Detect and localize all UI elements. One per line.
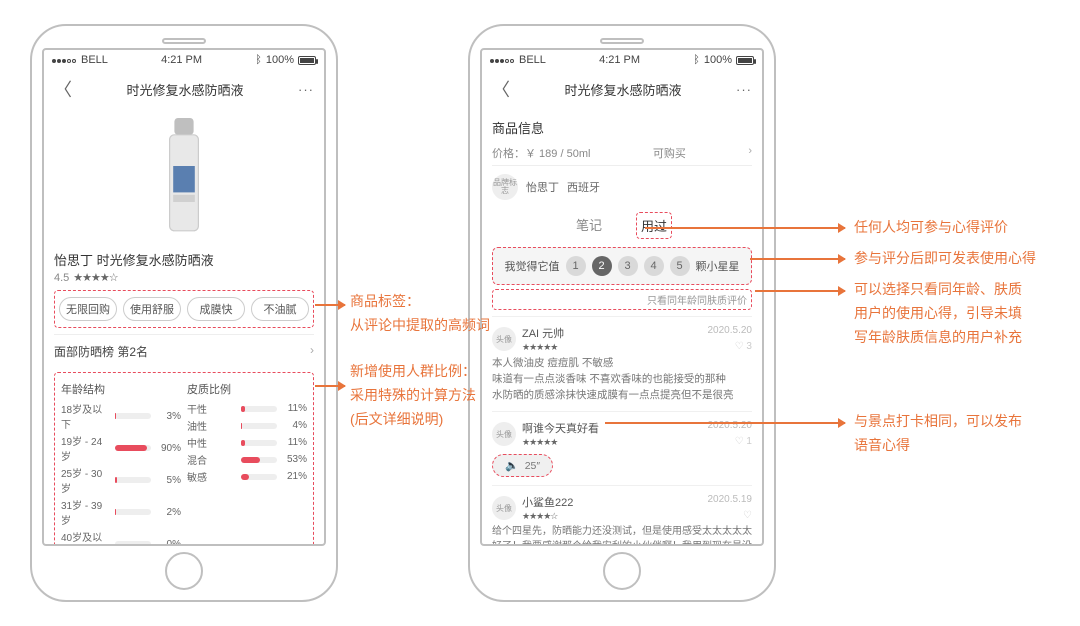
battery-pct: 100% [266,54,294,66]
arrow [750,258,845,260]
like-button[interactable]: ♡ 1 [735,436,752,447]
review-item: 头像 ZAI 元帅 ★★★★★ 2020.5.20 ♡ 3 本人微油皮 痘痘肌 … [492,316,752,411]
avatar: 头像 [492,422,516,446]
rate-right: 颗小星星 [696,258,740,274]
filter-same-demo[interactable]: 只看同年龄同肤质评价 [492,289,752,310]
screen-left: BELL 4:21 PM ᛒ 100% 〈 时光修复水感防晒液 ··· [42,48,326,546]
voice-message[interactable]: 25″ [492,454,553,477]
clock: 4:21 PM [161,54,202,66]
speaker-icon [505,459,519,472]
anno-tags: 商品标签：从评论中提取的高频词 [350,290,490,338]
status-bar: BELL 4:21 PM ᛒ 100% [482,50,762,70]
page-title: 时光修复水感防晒液 [126,80,243,99]
tag[interactable]: 成膜快 [187,297,245,321]
tag[interactable]: 不油腻 [251,297,309,321]
rank-row[interactable]: 面部防晒榜 第2名 › [54,334,314,368]
back-button[interactable]: 〈 [492,76,510,102]
back-button[interactable]: 〈 [54,76,72,102]
speaker [162,38,206,44]
voice-duration: 25″ [525,460,540,472]
speaker [600,38,644,44]
rating-stars: ★★★★☆ [73,271,117,284]
brand-country: 西班牙 [567,179,600,195]
can-buy[interactable]: 可购买 [653,145,686,161]
anno-b4: 与景点打卡相同，可以发布语音心得 [854,410,1022,458]
brand-name: 怡思丁 [526,179,559,195]
rank-text: 面部防晒榜 第2名 [54,343,148,360]
review-body: 给个四星先，防晒能力还没测试，但是使用感受太太太太太好了！我要感谢那个给我安利的… [492,525,752,544]
review-date: 2020.5.19 [708,494,753,505]
review-item: 头像 小鲨鱼222 ★★★★☆ 2020.5.19 ♡ 给个四星先，防晒能力还没… [492,485,752,544]
arrow [315,304,345,306]
tag[interactable]: 无限回购 [59,297,117,321]
carrier: BELL [81,54,108,66]
tab-used[interactable]: 用过 [636,212,672,239]
like-button[interactable]: ♡ [743,510,752,521]
anno-b3: 可以选择只看同年龄、肤质用户的使用心得，引导未填写年龄肤质信息的用户补充 [854,278,1022,349]
rate-5[interactable]: 5 [670,256,690,276]
rate-4[interactable]: 4 [644,256,664,276]
username: 小鲨鱼222 [522,497,573,509]
arrow [755,290,845,292]
arrow [605,422,845,424]
battery-pct: 100% [704,54,732,66]
home-button[interactable] [165,552,203,590]
rate-3[interactable]: 3 [618,256,638,276]
phone-left: BELL 4:21 PM ᛒ 100% 〈 时光修复水感防晒液 ··· [30,24,338,602]
rate-2[interactable]: 2 [592,256,612,276]
review-stars: ★★★★☆ [522,511,557,521]
rating-value: 4.5 [54,272,69,284]
carrier: BELL [519,54,546,66]
signal-icon [52,54,77,66]
review-stars: ★★★★★ [522,437,557,447]
demographics-box: 年龄结构 18岁及以下3% 19岁 - 24岁90% 25岁 - 30岁5% 3… [54,372,314,544]
bluetooth-icon: ᛒ [693,54,700,66]
tags-box: 无限回购 使用舒服 成膜快 不油腻 [54,290,314,328]
anno-b1: 任何人均可参与心得评价 [854,216,1008,240]
username: 啊谁今天真好看 [522,423,599,435]
navbar: 〈 时光修复水感防晒液 ··· [44,70,324,110]
arrow [315,385,345,387]
skin-header: 皮质比例 [187,381,307,397]
brand-row[interactable]: 品牌标志 怡思丁 西班牙 [492,165,752,208]
review-date: 2020.5.20 [708,325,753,336]
status-bar: BELL 4:21 PM ᛒ 100% [44,50,324,70]
rate-left: 我觉得它值 [505,258,560,274]
username: ZAI 元帅 [522,328,564,340]
phone-right: BELL 4:21 PM ᛒ 100% 〈 时光修复水感防晒液 ··· 商品信息… [468,24,776,602]
chevron-right-icon: › [310,343,314,360]
avatar: 头像 [492,496,516,520]
battery-icon [298,56,316,65]
page-title: 时光修复水感防晒液 [564,80,681,99]
price: 价格：￥ 189 / 50ml [492,145,590,161]
info-header: 商品信息 [492,118,752,137]
battery-icon [736,56,754,65]
more-button[interactable]: ··· [736,82,752,97]
brand-logo: 品牌标志 [492,174,518,200]
review-body: 本人微油皮 痘痘肌 不敏感 味道有一点点淡香味 不喜欢香味的也能接受的那种 水防… [492,356,752,403]
more-button[interactable]: ··· [298,82,314,97]
product-image [155,118,213,238]
rating-input[interactable]: 我觉得它值 1 2 3 4 5 颗小星星 [492,247,752,285]
anno-b2: 参与评分后即可发表使用心得 [854,247,1036,271]
tabs: 笔记 用过 [492,212,752,239]
screen-right: BELL 4:21 PM ᛒ 100% 〈 时光修复水感防晒液 ··· 商品信息… [480,48,764,546]
product-name: 怡思丁 时光修复水感防晒液 [54,250,314,269]
review-stars: ★★★★★ [522,342,557,352]
arrow [645,227,845,229]
anno-demo: 新增使用人群比例：采用特殊的计算方法(后文详细说明) [350,360,476,431]
home-button[interactable] [603,552,641,590]
rate-1[interactable]: 1 [566,256,586,276]
age-header: 年龄结构 [61,381,181,397]
clock: 4:21 PM [599,54,640,66]
navbar: 〈 时光修复水感防晒液 ··· [482,70,762,110]
chevron-right-icon: › [748,145,752,161]
tab-notes[interactable]: 笔记 [572,212,606,239]
bluetooth-icon: ᛒ [255,54,262,66]
tag[interactable]: 使用舒服 [123,297,181,321]
signal-icon [490,54,515,66]
avatar: 头像 [492,327,516,351]
like-button[interactable]: ♡ 3 [735,341,752,352]
